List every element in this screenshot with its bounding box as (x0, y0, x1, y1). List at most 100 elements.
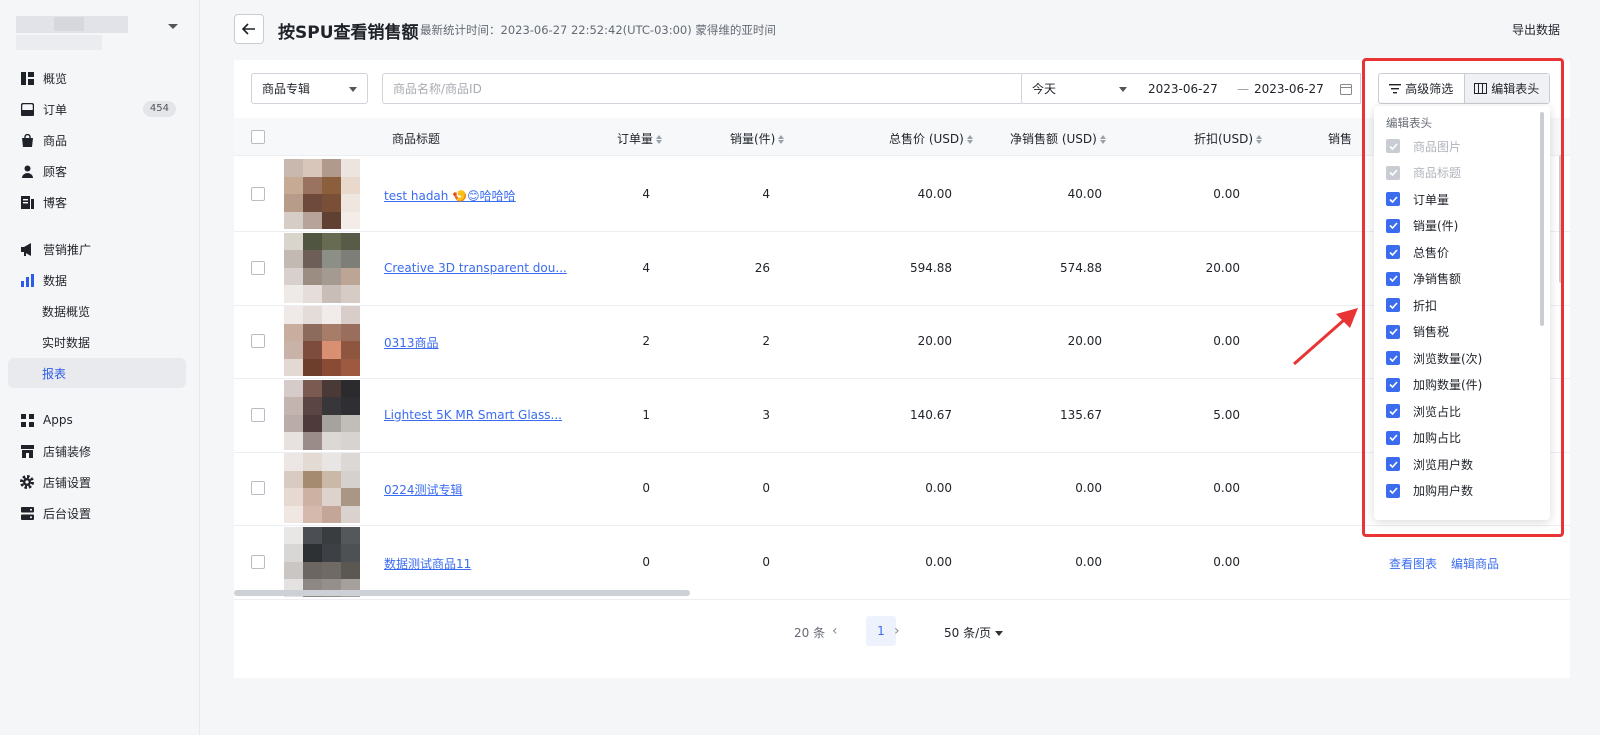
product-thumbnail (284, 379, 360, 450)
cell-qty: 0 (762, 481, 770, 495)
product-thumbnail (284, 232, 360, 303)
sidebar-item-overview[interactable]: 概览 (8, 63, 186, 93)
cell-discount: 20.00 (1205, 260, 1240, 275)
product-thumbnail (284, 453, 360, 523)
product-title-link[interactable]: Lightest 5K MR Smart Glass... (384, 408, 562, 422)
product-thumbnail (284, 526, 360, 597)
column-header-orders[interactable]: 订单量 (617, 130, 663, 147)
column-header-net[interactable]: 净销售额 (USD) (1010, 130, 1106, 147)
order-box-icon (20, 102, 34, 116)
date-preset-value: 今天 (1032, 82, 1057, 96)
back-button[interactable] (234, 14, 264, 44)
product-title-link[interactable]: Creative 3D transparent dou... (384, 261, 567, 275)
select-all-checkbox[interactable] (251, 130, 265, 144)
sidebar-subitem-realtime-data[interactable]: 实时数据 (8, 327, 186, 357)
caret-down-icon (1119, 87, 1127, 92)
sidebar-item-marketing[interactable]: 营销推广 (8, 234, 186, 264)
date-end: 2023-06-27 (1254, 82, 1324, 96)
sidebar-item-label: 数据 (43, 273, 68, 288)
cell-net: 40.00 (1067, 187, 1102, 201)
column-header-qty[interactable]: 销量(件) (730, 130, 785, 147)
date-preset-select[interactable]: 今天 (1021, 73, 1138, 104)
cell-total: 0.00 (925, 554, 952, 569)
row-actions: 查看图表 编辑商品 (1389, 555, 1513, 572)
store-switcher[interactable] (16, 14, 184, 54)
row-checkbox[interactable] (251, 187, 265, 201)
page-number-current[interactable]: 1 (866, 616, 896, 646)
product-title-link[interactable]: 数据测试商品11 (384, 555, 471, 572)
chevron-down-icon (168, 24, 178, 29)
sidebar-item-customers[interactable]: 顾客 (8, 156, 186, 186)
column-header-total[interactable]: 总售价 (USD) (889, 130, 973, 147)
row-checkbox[interactable] (251, 334, 265, 348)
product-title-link[interactable]: test hadah 🍤😊哈哈哈 (384, 187, 516, 204)
sort-icon[interactable] (656, 135, 663, 144)
store-name-blurred (54, 17, 84, 31)
column-header-discount[interactable]: 折扣(USD) (1194, 130, 1263, 147)
row-checkbox[interactable] (251, 260, 265, 275)
sidebar-item-store-settings[interactable]: 店铺设置 (8, 467, 186, 497)
product-title-link[interactable]: 0224测试专辑 (384, 481, 463, 498)
sort-icon[interactable] (778, 135, 785, 144)
sidebar-item-blog[interactable]: 博客 (8, 187, 186, 217)
apps-grid-icon (20, 413, 34, 427)
page-size-value: 50 条/页 (944, 626, 992, 640)
sidebar-item-admin-settings[interactable]: 后台设置 (8, 498, 186, 528)
product-thumbnail (284, 306, 360, 376)
next-page-button[interactable]: › (894, 623, 900, 639)
cell-orders: 1 (642, 407, 650, 422)
column-header-label: 折扣(USD) (1194, 132, 1254, 146)
sidebar-item-label: 数据概览 (42, 304, 91, 319)
row-action-link[interactable]: 编辑商品 (1451, 557, 1499, 571)
pagination: 20 条 ‹ 1 › 50 条/页 (234, 614, 1570, 648)
cell-total: 20.00 (917, 334, 952, 348)
sort-icon[interactable] (966, 135, 973, 144)
column-header-title: 商品标题 (392, 132, 441, 146)
sidebar-item-data[interactable]: 数据 (8, 265, 186, 295)
sidebar-item-orders[interactable]: 订单 454 (8, 94, 186, 124)
cell-total: 140.67 (910, 407, 952, 422)
cell-total: 40.00 (917, 187, 952, 201)
column-header-label: 订单量 (617, 132, 654, 146)
sidebar-item-label: 店铺设置 (43, 475, 92, 490)
sidebar-item-label: 商品 (43, 133, 68, 148)
row-action-link[interactable]: 查看图表 (1389, 557, 1437, 571)
date-range-picker[interactable]: 2023-06-27 — 2023-06-27 (1137, 73, 1361, 104)
highlight-box-annotation (1362, 58, 1564, 537)
customer-icon (20, 164, 34, 178)
sidebar-subitem-data-overview[interactable]: 数据概览 (8, 296, 186, 326)
sort-icon[interactable] (1256, 135, 1263, 144)
horizontal-scroll-thumb[interactable] (234, 590, 690, 596)
sidebar-item-goods[interactable]: 商品 (8, 125, 186, 155)
cell-net: 0.00 (1075, 481, 1102, 495)
orders-count-badge: 454 (142, 101, 176, 117)
search-input[interactable] (382, 73, 1024, 104)
cell-discount: 0.00 (1213, 187, 1240, 201)
sidebar-item-apps[interactable]: Apps (8, 405, 186, 435)
cell-orders: 0 (642, 481, 650, 495)
row-checkbox[interactable] (251, 554, 265, 569)
cell-discount: 0.00 (1213, 554, 1240, 569)
sidebar: 概览 订单 454 商品 顾客 博客 营销推广 数据 数据概览 实时数据 报表 … (0, 0, 200, 735)
sidebar-item-store-design[interactable]: 店铺装修 (8, 436, 186, 466)
cell-qty: 0 (762, 554, 770, 569)
horizontal-scrollbar[interactable] (234, 590, 1570, 598)
column-header-sales-tax[interactable]: 销售 (1328, 130, 1352, 147)
cell-discount: 0.00 (1213, 334, 1240, 348)
row-checkbox[interactable] (251, 407, 265, 422)
last-updated-text: 最新统计时间：2023-06-27 22:52:42(UTC-03:00) 蒙得… (420, 23, 776, 37)
product-title-link[interactable]: 0313商品 (384, 334, 439, 351)
prev-page-button[interactable]: ‹ (832, 623, 838, 639)
page-size-select[interactable]: 50 条/页 (944, 624, 1004, 641)
cell-qty: 26 (754, 260, 770, 275)
cell-qty: 4 (762, 187, 770, 201)
sort-icon[interactable] (1099, 135, 1106, 144)
sidebar-item-label: 订单 (43, 102, 68, 117)
sidebar-subitem-reports[interactable]: 报表 (8, 358, 186, 388)
row-checkbox[interactable] (251, 481, 265, 495)
export-data-button[interactable]: 导出数据 (1512, 21, 1560, 38)
arrow-left-icon (242, 23, 255, 35)
category-select[interactable]: 商品专辑 (251, 73, 368, 104)
cell-orders: 4 (642, 187, 650, 201)
product-thumbnail (284, 159, 360, 229)
